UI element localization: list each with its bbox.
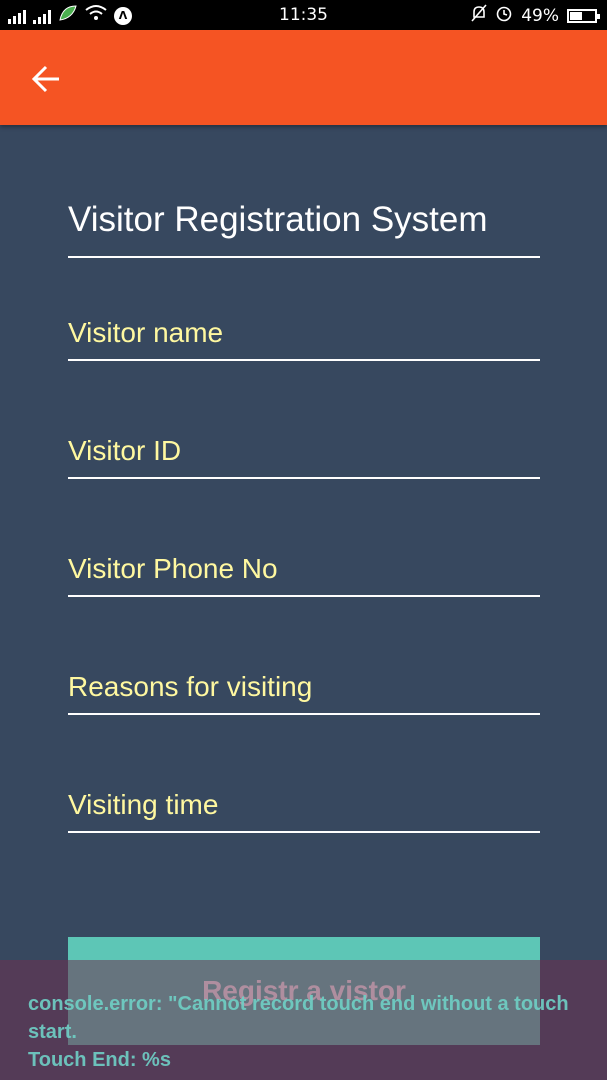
page-title: Visitor Registration System (68, 196, 540, 258)
status-bar: Λ 11:35 49% (0, 0, 607, 30)
arrow-left-icon (31, 65, 59, 93)
visit-reason-input[interactable] (68, 661, 540, 713)
visiting-time-input[interactable] (68, 779, 540, 831)
visitor-id-input[interactable] (68, 425, 540, 477)
visitor-name-input[interactable] (68, 307, 540, 359)
back-button[interactable] (30, 62, 64, 96)
mute-icon (471, 4, 487, 27)
visitor-phone-field[interactable] (68, 543, 540, 597)
battery-fill (570, 11, 582, 20)
app-bar (0, 30, 607, 125)
visit-reason-field[interactable] (68, 661, 540, 715)
visitor-phone-input[interactable] (68, 543, 540, 595)
visitor-id-field[interactable] (68, 425, 540, 479)
battery-icon (567, 8, 600, 23)
register-visitor-button[interactable]: Registr a vistor (68, 937, 540, 1045)
battery-percent: 49% (521, 5, 559, 26)
alarm-icon (495, 4, 513, 27)
visiting-time-field[interactable] (68, 779, 540, 833)
visitor-name-field[interactable] (68, 307, 540, 361)
status-right-icons: 49% (471, 4, 600, 27)
